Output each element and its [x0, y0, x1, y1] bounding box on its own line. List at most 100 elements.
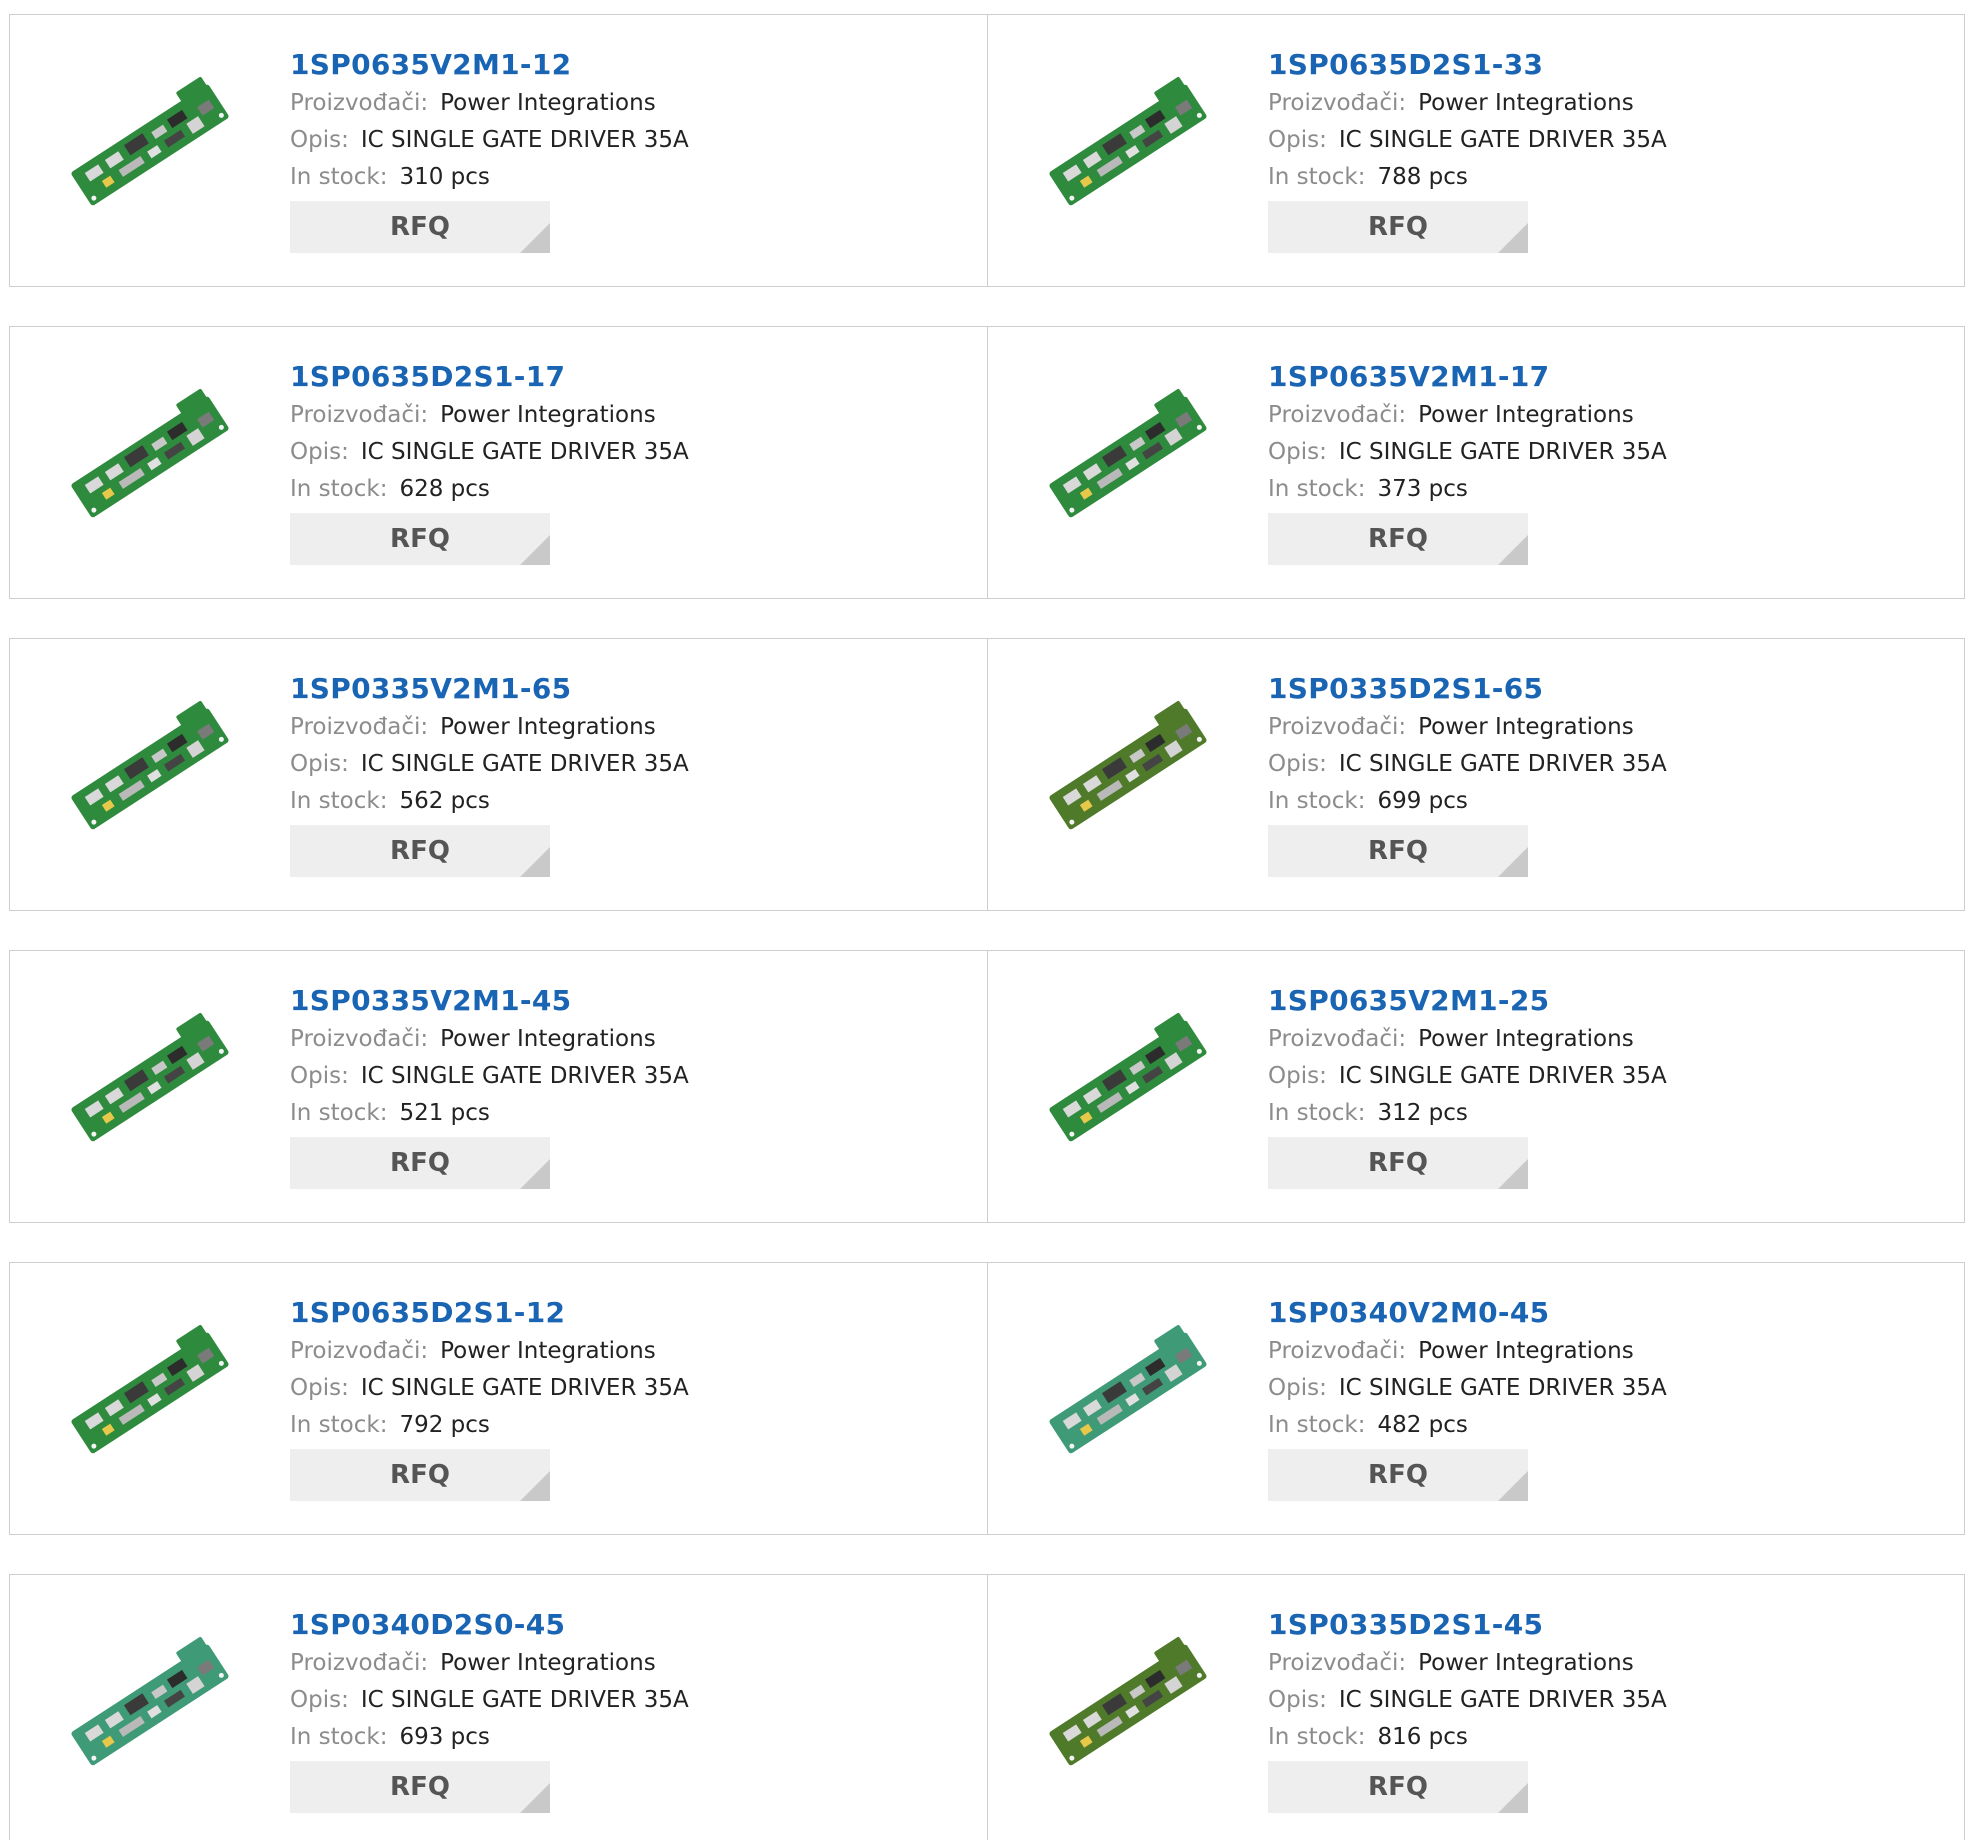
manufacturer-row: Proizvođači: Power Integrations [290, 397, 689, 434]
manufacturer-row: Proizvođači: Power Integrations [290, 1021, 689, 1058]
rfq-button[interactable]: RFQ [1268, 1449, 1528, 1501]
description-label: Opis: [1268, 127, 1327, 153]
product-row: 1SP0335V2M1-65 Proizvođači: Power Integra… [9, 638, 1965, 911]
stock-label: In stock: [290, 476, 388, 502]
product-part-number-link[interactable]: 1SP0635D2S1-12 [290, 1293, 689, 1333]
product-row: 1SP0635D2S1-12 Proizvođači: Power Integra… [9, 1262, 1965, 1535]
product-part-number-link[interactable]: 1SP0340V2M0-45 [1268, 1293, 1667, 1333]
manufacturer-value: Power Integrations [440, 714, 656, 740]
description-value: IC SINGLE GATE DRIVER 35A [360, 1375, 689, 1401]
product-image[interactable] [60, 1011, 240, 1151]
product-image[interactable] [1038, 1011, 1218, 1151]
product-part-number-link[interactable]: 1SP0635D2S1-17 [290, 357, 689, 397]
rfq-button[interactable]: RFQ [1268, 825, 1528, 877]
rfq-button-label: RFQ [390, 212, 450, 242]
description-value: IC SINGLE GATE DRIVER 35A [360, 1687, 689, 1713]
product-part-number-link[interactable]: 1SP0335V2M1-65 [290, 669, 689, 709]
product-info: 1SP0635D2S1-12 Proizvođači: Power Integra… [290, 1293, 689, 1501]
description-label: Opis: [1268, 439, 1327, 465]
stock-label: In stock: [1268, 1100, 1366, 1126]
product-card: 1SP0635D2S1-17 Proizvođači: Power Integra… [10, 327, 987, 598]
stock-row: In stock: 310 pcs [290, 159, 689, 196]
rfq-button-label: RFQ [390, 1772, 450, 1802]
product-part-number-link[interactable]: 1SP0635V2M1-12 [290, 45, 689, 85]
corner-triangle-icon [520, 223, 550, 253]
rfq-button[interactable]: RFQ [290, 1449, 550, 1501]
manufacturer-label: Proizvođači: [1268, 90, 1407, 116]
rfq-button-label: RFQ [1368, 1772, 1428, 1802]
manufacturer-value: Power Integrations [1418, 1026, 1634, 1052]
stock-value: 310 pcs [399, 164, 490, 190]
product-image[interactable] [1038, 75, 1218, 215]
product-image[interactable] [1038, 387, 1218, 527]
product-image[interactable] [1038, 699, 1218, 839]
manufacturer-value: Power Integrations [440, 1338, 656, 1364]
manufacturer-value: Power Integrations [1418, 402, 1634, 428]
stock-label: In stock: [1268, 164, 1366, 190]
product-card: 1SP0635V2M1-12 Proizvođači: Power Integra… [10, 15, 987, 286]
stock-value: 816 pcs [1377, 1724, 1468, 1750]
rfq-button-label: RFQ [1368, 836, 1428, 866]
product-image[interactable] [60, 75, 240, 215]
product-image[interactable] [60, 1635, 240, 1775]
rfq-button[interactable]: RFQ [290, 825, 550, 877]
manufacturer-row: Proizvođači: Power Integrations [1268, 397, 1667, 434]
corner-triangle-icon [1498, 535, 1528, 565]
product-part-number-link[interactable]: 1SP0335D2S1-45 [1268, 1605, 1667, 1645]
product-part-number-link[interactable]: 1SP0335D2S1-65 [1268, 669, 1667, 709]
description-row: Opis: IC SINGLE GATE DRIVER 35A [290, 1058, 689, 1095]
product-card: 1SP0635D2S1-12 Proizvođači: Power Integra… [10, 1263, 987, 1534]
rfq-button[interactable]: RFQ [290, 1137, 550, 1189]
product-part-number-link[interactable]: 1SP0335V2M1-45 [290, 981, 689, 1021]
stock-label: In stock: [290, 1412, 388, 1438]
rfq-button[interactable]: RFQ [1268, 1137, 1528, 1189]
manufacturer-label: Proizvođači: [1268, 1338, 1407, 1364]
stock-label: In stock: [1268, 1412, 1366, 1438]
rfq-button-label: RFQ [1368, 1460, 1428, 1490]
product-part-number-link[interactable]: 1SP0635V2M1-17 [1268, 357, 1667, 397]
stock-value: 699 pcs [1377, 788, 1468, 814]
manufacturer-label: Proizvođači: [1268, 714, 1407, 740]
description-value: IC SINGLE GATE DRIVER 35A [360, 127, 689, 153]
product-card: 1SP0335D2S1-45 Proizvođači: Power Integra… [987, 1575, 1964, 1840]
product-image[interactable] [1038, 1635, 1218, 1775]
description-value: IC SINGLE GATE DRIVER 35A [1338, 751, 1667, 777]
rfq-button[interactable]: RFQ [1268, 513, 1528, 565]
rfq-button[interactable]: RFQ [1268, 201, 1528, 253]
product-part-number-link[interactable]: 1SP0340D2S0-45 [290, 1605, 689, 1645]
product-row: 1SP0335V2M1-45 Proizvođači: Power Integra… [9, 950, 1965, 1223]
stock-row: In stock: 312 pcs [1268, 1095, 1667, 1132]
product-part-number-link[interactable]: 1SP0635D2S1-33 [1268, 45, 1667, 85]
description-label: Opis: [1268, 1063, 1327, 1089]
manufacturer-row: Proizvođači: Power Integrations [1268, 709, 1667, 746]
rfq-button[interactable]: RFQ [290, 513, 550, 565]
product-info: 1SP0635V2M1-12 Proizvođači: Power Integra… [290, 45, 689, 253]
rfq-button[interactable]: RFQ [1268, 1761, 1528, 1813]
stock-row: In stock: 628 pcs [290, 471, 689, 508]
description-value: IC SINGLE GATE DRIVER 35A [360, 1063, 689, 1089]
product-card: 1SP0335V2M1-45 Proizvođači: Power Integra… [10, 951, 987, 1222]
product-info: 1SP0635D2S1-33 Proizvođači: Power Integra… [1268, 45, 1667, 253]
rfq-button[interactable]: RFQ [290, 201, 550, 253]
manufacturer-row: Proizvođači: Power Integrations [290, 85, 689, 122]
stock-label: In stock: [1268, 1724, 1366, 1750]
stock-row: In stock: 562 pcs [290, 783, 689, 820]
description-row: Opis: IC SINGLE GATE DRIVER 35A [1268, 1370, 1667, 1407]
stock-row: In stock: 788 pcs [1268, 159, 1667, 196]
product-info: 1SP0335D2S1-65 Proizvođači: Power Integra… [1268, 669, 1667, 877]
product-image[interactable] [60, 1323, 240, 1463]
stock-value: 562 pcs [399, 788, 490, 814]
product-info: 1SP0340V2M0-45 Proizvođači: Power Integra… [1268, 1293, 1667, 1501]
stock-row: In stock: 693 pcs [290, 1719, 689, 1756]
product-part-number-link[interactable]: 1SP0635V2M1-25 [1268, 981, 1667, 1021]
product-image[interactable] [60, 387, 240, 527]
product-info: 1SP0635D2S1-17 Proizvođači: Power Integra… [290, 357, 689, 565]
product-card: 1SP0340D2S0-45 Proizvođači: Power Integra… [10, 1575, 987, 1840]
product-info: 1SP0335V2M1-65 Proizvođači: Power Integra… [290, 669, 689, 877]
product-image[interactable] [1038, 1323, 1218, 1463]
rfq-button[interactable]: RFQ [290, 1761, 550, 1813]
corner-triangle-icon [1498, 1471, 1528, 1501]
product-image[interactable] [60, 699, 240, 839]
rfq-button-label: RFQ [390, 524, 450, 554]
manufacturer-value: Power Integrations [440, 402, 656, 428]
